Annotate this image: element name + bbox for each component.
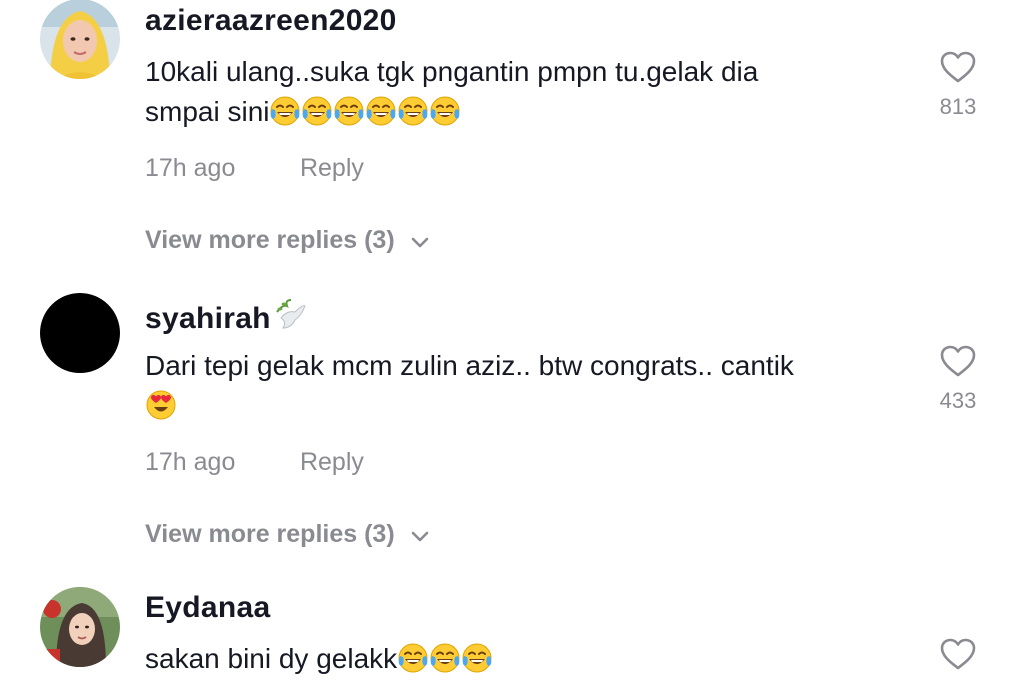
dove-emoji: [273, 298, 307, 340]
like-button[interactable]: [930, 637, 986, 671]
comment-text-line: [145, 386, 885, 426]
view-more-replies-button[interactable]: View more replies (3): [145, 520, 429, 550]
username[interactable]: syahirah: [145, 298, 307, 340]
comment-text: Dari tepi gelak mcm zulin aziz.. btw con…: [145, 346, 885, 426]
like-button[interactable]: 433: [930, 344, 986, 414]
comment-text-line: sakan bini dy gelakk: [145, 639, 885, 679]
tears-of-joy-emoji: [366, 96, 396, 126]
like-count: 433: [939, 388, 977, 413]
comment-text: sakan bini dy gelakk: [145, 639, 885, 679]
timestamp: 17h ago: [145, 448, 236, 476]
avatar[interactable]: [40, 587, 120, 667]
reply-button[interactable]: Reply: [300, 448, 364, 477]
comment-meta: 17h ago Reply: [145, 154, 364, 183]
timestamp: 17h ago: [145, 154, 236, 182]
tears-of-joy-emoji: [302, 96, 332, 126]
comment-text: 10kali ulang..suka tgk pngantin pmpn tu.…: [145, 52, 885, 132]
comment-meta: 17h ago Reply: [145, 448, 364, 477]
like-count: 813: [939, 94, 977, 119]
tears-of-joy-emoji: [270, 96, 300, 126]
comment-text-line: Dari tepi gelak mcm zulin aziz.. btw con…: [145, 350, 794, 381]
reply-button[interactable]: Reply: [300, 154, 364, 183]
view-more-label: View more replies (3): [145, 226, 395, 254]
heart-outline-icon: [940, 345, 976, 377]
username[interactable]: azieraazreen2020: [145, 4, 397, 38]
heart-eyes-emoji: [146, 390, 176, 420]
comments-list: azieraazreen2020 10kali ulang..suka tgk …: [0, 0, 1028, 688]
chevron-down-icon: [411, 227, 429, 256]
heart-outline-icon: [940, 51, 976, 83]
tears-of-joy-emoji: [398, 96, 428, 126]
tears-of-joy-emoji: [430, 643, 460, 673]
chevron-down-icon: [411, 521, 429, 550]
heart-outline-icon: [940, 638, 976, 670]
tears-of-joy-emoji: [334, 96, 364, 126]
avatar[interactable]: [40, 293, 120, 373]
avatar[interactable]: [40, 0, 120, 79]
tears-of-joy-emoji: [398, 643, 428, 673]
view-more-replies-button[interactable]: View more replies (3): [145, 226, 429, 256]
comment-text-line: smpai sini: [145, 92, 885, 132]
username[interactable]: Eydanaa: [145, 591, 271, 625]
view-more-label: View more replies (3): [145, 520, 395, 548]
tears-of-joy-emoji: [462, 643, 492, 673]
comment-text-line: 10kali ulang..suka tgk pngantin pmpn tu.…: [145, 56, 759, 87]
tears-of-joy-emoji: [430, 96, 460, 126]
like-button[interactable]: 813: [930, 50, 986, 120]
